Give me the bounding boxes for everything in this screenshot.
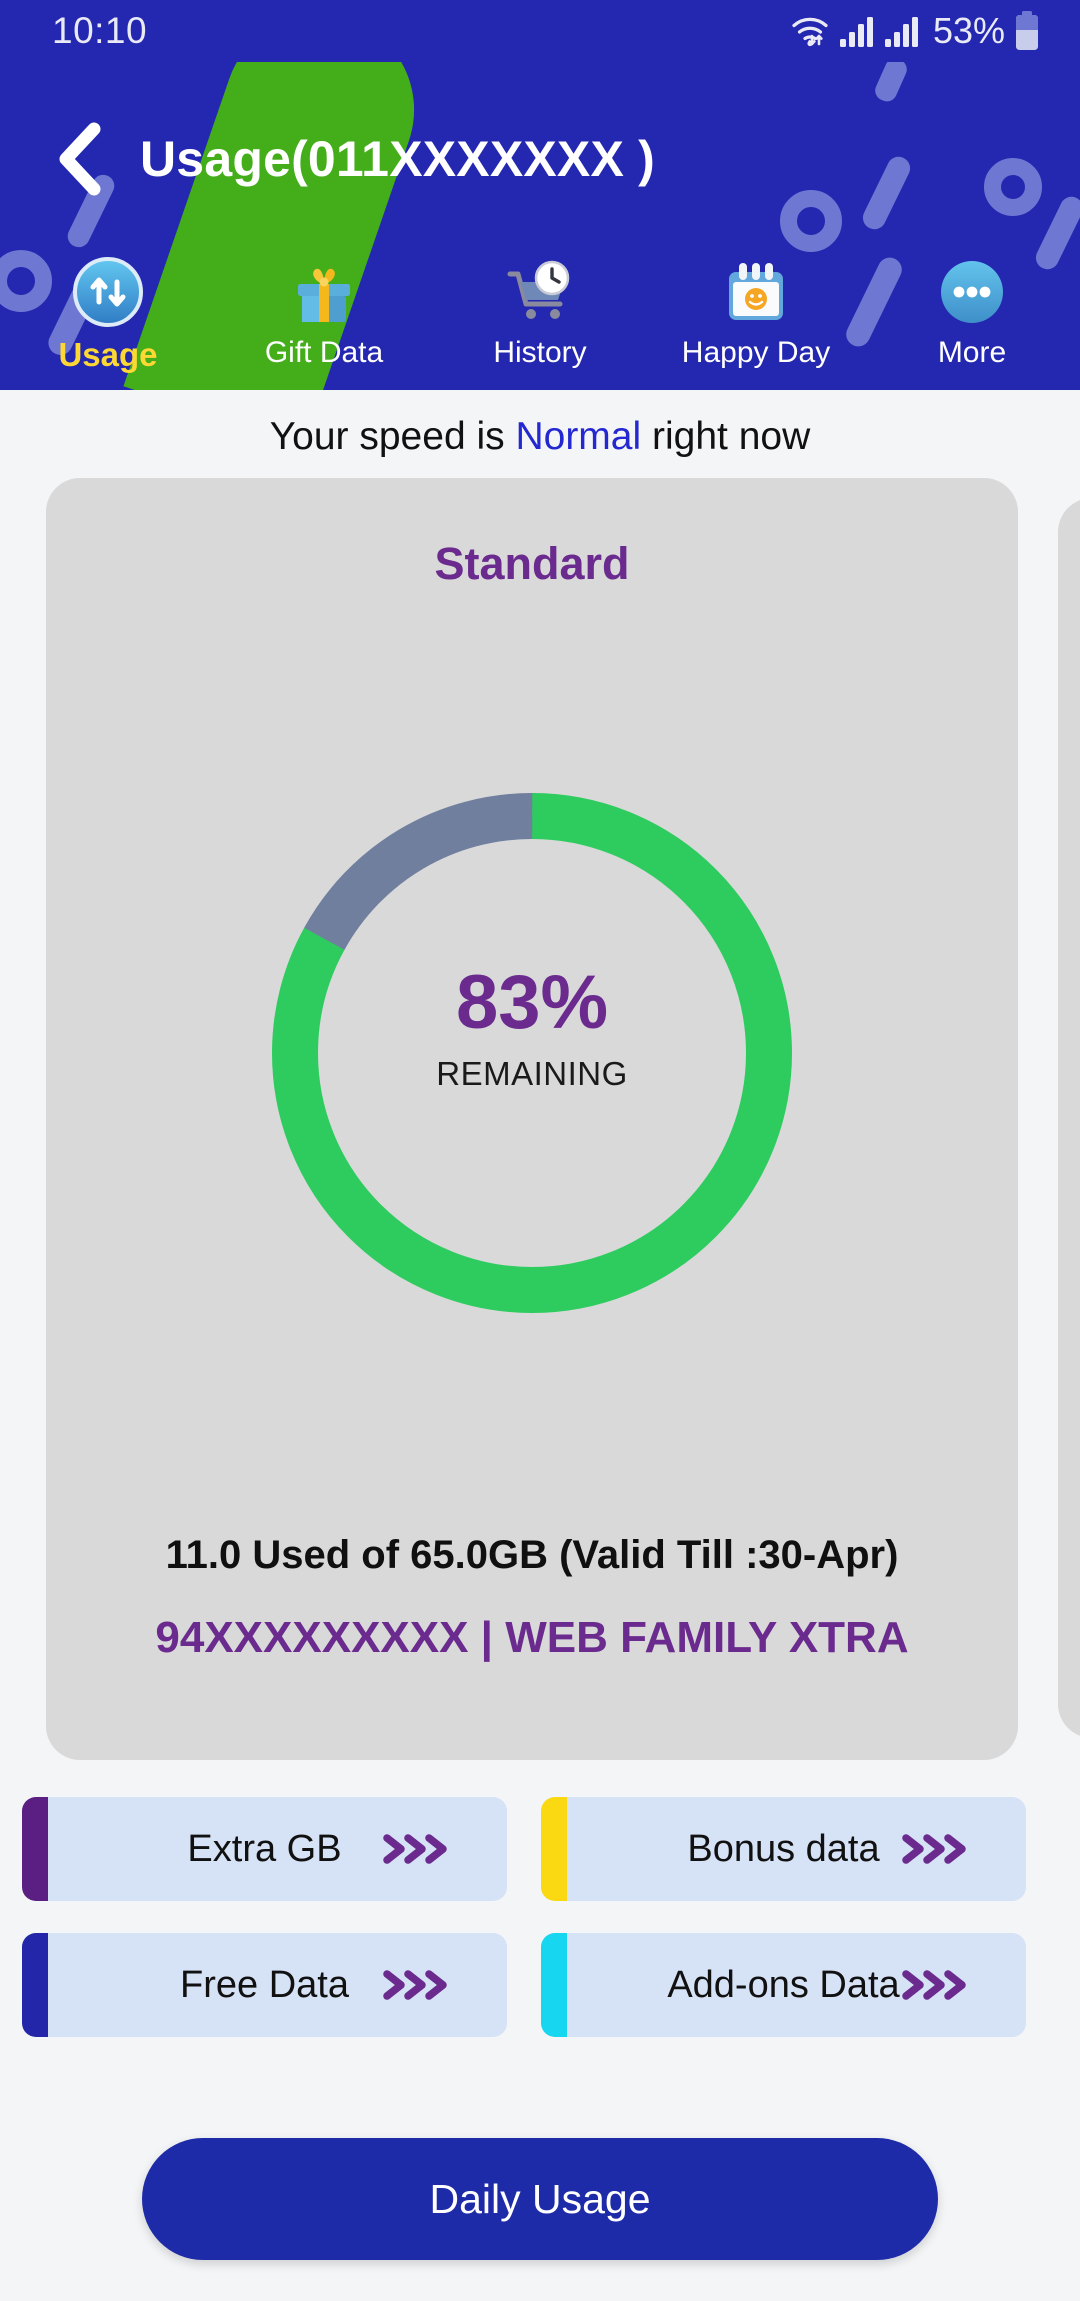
tile-extra-gb[interactable]: Extra GB [22, 1797, 507, 1901]
tab-label: Happy Day [681, 336, 831, 369]
triple-chevron-icon [898, 1829, 970, 1869]
tile-label: Extra GB [187, 1827, 342, 1870]
tile-accent-bar [22, 1933, 48, 2037]
back-chevron-icon [59, 122, 101, 196]
gift-box-icon [288, 256, 360, 328]
daily-usage-button[interactable]: Daily Usage [142, 2138, 938, 2260]
usage-card-next-peek[interactable] [1058, 498, 1080, 1738]
tile-accent-bar [541, 1933, 567, 2037]
tile-bonus-data[interactable]: Bonus data [541, 1797, 1026, 1901]
signal-bars-icon [839, 17, 873, 47]
percent-slash-decoration [872, 62, 910, 105]
donut-percent-caption: REMAINING [436, 1055, 628, 1092]
speed-prefix: Your speed is [269, 415, 516, 458]
status-bar-clock: 10:10 [52, 10, 148, 51]
triple-chevron-icon [379, 1829, 451, 1869]
tab-bar: Usage Gift Data History Happy Day More [0, 256, 1080, 384]
triple-chevron-icon [379, 1965, 451, 2005]
status-bar-icons: 53% [790, 10, 1040, 52]
tab-usage[interactable]: Usage [0, 256, 216, 374]
battery-icon [1016, 11, 1038, 50]
tab-label: Gift Data [264, 336, 384, 369]
donut-center-labels: 83% REMAINING [46, 965, 1018, 1093]
cart-clock-icon [504, 256, 576, 328]
usage-card-carousel[interactable]: Standard 83% REMAINING 11.0 Used of 65.0… [0, 478, 1080, 1768]
data-transfer-icon [72, 256, 144, 328]
app-header: Usage(011XXXXXXX ) Usage Gift Data Histo… [0, 62, 1080, 390]
speed-value: Normal [515, 415, 642, 458]
header-title-row: Usage(011XXXXXXX ) [0, 100, 1080, 218]
tab-gift-data[interactable]: Gift Data [216, 256, 432, 370]
usage-card[interactable]: Standard 83% REMAINING 11.0 Used of 65.0… [46, 478, 1018, 1760]
calendar-smiley-icon [720, 256, 792, 328]
more-dots-icon [936, 256, 1008, 328]
tile-label: Add-ons Data [667, 1963, 900, 2006]
speed-status-line: Your speed is Normal right now [0, 415, 1080, 459]
status-bar: 10:10 53% [0, 0, 1080, 62]
tile-addons-data[interactable]: Add-ons Data [541, 1933, 1026, 2037]
usage-donut-chart: 83% REMAINING [46, 653, 1018, 1453]
tile-accent-bar [541, 1797, 567, 1901]
tab-label: More [937, 336, 1007, 369]
signal-bars-icon [884, 17, 918, 47]
tab-history[interactable]: History [432, 256, 648, 370]
battery-percent-label: 53% [932, 10, 1005, 51]
card-plan-title: Standard [434, 538, 630, 589]
page-title: Usage(011XXXXXXX ) [140, 131, 655, 187]
donut-percent-value: 83% [455, 960, 609, 1045]
back-button[interactable] [48, 119, 114, 199]
tile-free-data[interactable]: Free Data [22, 1933, 507, 2037]
triple-chevron-icon [898, 1965, 970, 2005]
speed-suffix: right now [641, 415, 811, 458]
tile-label: Bonus data [687, 1827, 880, 1870]
tab-label: Usage [58, 336, 158, 373]
tile-accent-bar [22, 1797, 48, 1901]
wifi-icon [792, 17, 828, 47]
tab-label: History [493, 336, 587, 369]
tab-happy-day[interactable]: Happy Day [648, 256, 864, 370]
tab-more[interactable]: More [864, 256, 1080, 370]
card-msisdn-plan: 94XXXXXXXXX | WEB FAMILY XTRA [155, 1613, 909, 1662]
card-usage-summary: 11.0 Used of 65.0GB (Valid Till :30-Apr) [165, 1533, 899, 1577]
data-category-tiles: Extra GB Bonus data Free Data Add-ons Da… [22, 1797, 1058, 2037]
tile-label: Free Data [180, 1963, 349, 2006]
